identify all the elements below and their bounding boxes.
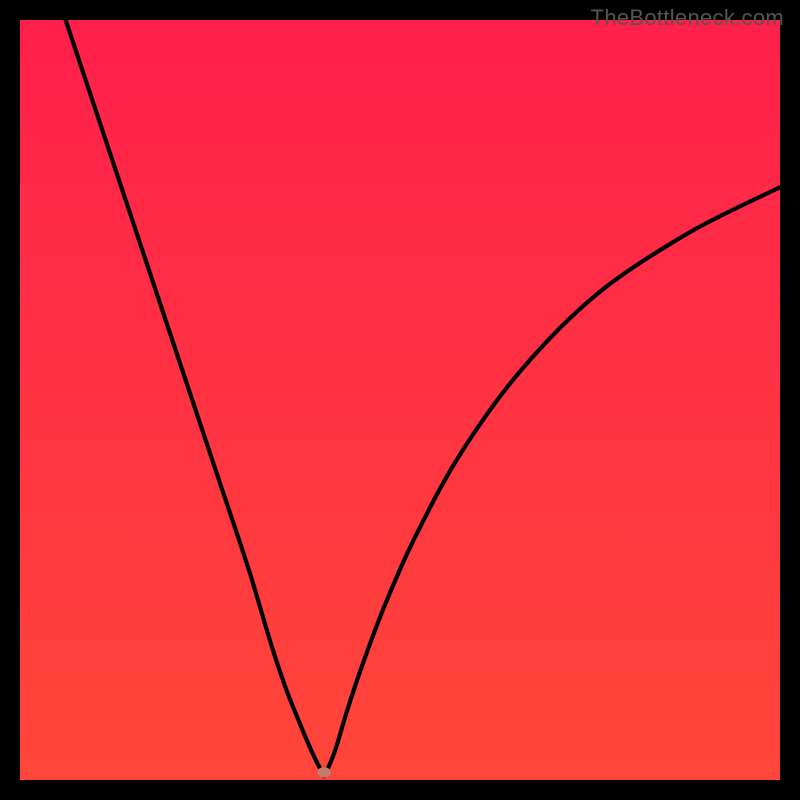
chart-container: TheBottleneck.com bbox=[0, 0, 800, 800]
watermark-text: TheBottleneck.com bbox=[591, 5, 784, 31]
gradient-background bbox=[20, 20, 780, 780]
